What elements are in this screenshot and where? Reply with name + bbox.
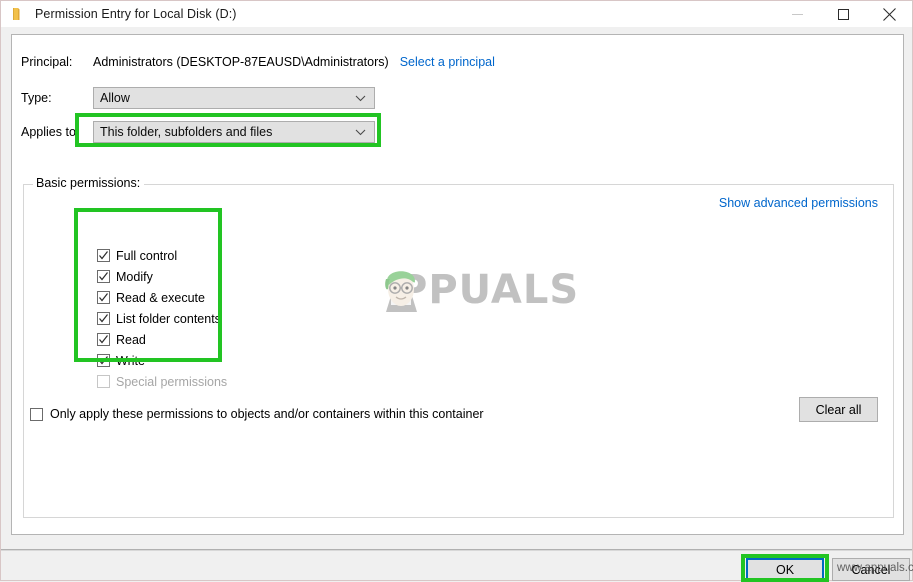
permission-row-special-permissions: Special permissions — [97, 371, 227, 392]
checkbox-only-apply-to-container[interactable] — [30, 407, 43, 421]
permission-row-modify[interactable]: Modify — [97, 266, 227, 287]
window-title: Permission Entry for Local Disk (D:) — [35, 7, 237, 21]
permission-label: Write — [116, 353, 145, 368]
permission-row-full-control[interactable]: Full control — [97, 245, 227, 266]
chevron-down-icon — [355, 93, 366, 104]
permission-row-list-folder-contents[interactable]: List folder contents — [97, 308, 227, 329]
footer-separator-light — [1, 550, 912, 551]
basic-permissions-group: Basic permissions: Show advanced permiss… — [23, 176, 894, 518]
permission-label: Modify — [116, 269, 153, 284]
folder-icon — [10, 6, 26, 22]
permission-label: Read & execute — [116, 290, 205, 305]
checkbox-write[interactable] — [97, 354, 110, 367]
checkbox-special-permissions — [97, 375, 110, 388]
permissions-checkbox-list: Full control Modify Read & execute List … — [97, 245, 227, 392]
checkbox-read[interactable] — [97, 333, 110, 346]
show-advanced-permissions-link[interactable]: Show advanced permissions — [719, 196, 878, 210]
content-panel: Principal: Administrators (DESKTOP-87EAU… — [11, 34, 904, 535]
checkbox-list-folder-contents[interactable] — [97, 312, 110, 325]
permission-row-write[interactable]: Write — [97, 350, 227, 371]
only-apply-label: Only apply these permissions to objects … — [50, 407, 484, 421]
clear-all-button[interactable]: Clear all — [799, 397, 878, 422]
permission-row-read[interactable]: Read — [97, 329, 227, 350]
cancel-button[interactable]: Cancel — [832, 558, 910, 581]
close-icon[interactable] — [866, 1, 912, 27]
permission-entry-dialog: Permission Entry for Local Disk (D:) Pri… — [0, 0, 913, 582]
chevron-down-icon — [355, 127, 366, 138]
permission-label: Full control — [116, 248, 178, 263]
permission-label: List folder contents — [116, 311, 221, 326]
principal-value: Administrators (DESKTOP-87EAUSD\Administ… — [93, 55, 389, 69]
type-dropdown-value: Allow — [100, 91, 130, 105]
applies-to-row: Applies to: This folder, subfolders and … — [21, 121, 375, 143]
type-dropdown[interactable]: Allow — [93, 87, 375, 109]
checkbox-full-control[interactable] — [97, 249, 110, 262]
window-controls — [774, 1, 912, 27]
only-apply-row[interactable]: Only apply these permissions to objects … — [30, 407, 484, 421]
basic-permissions-label: Basic permissions: — [33, 176, 145, 190]
checkbox-modify[interactable] — [97, 270, 110, 283]
select-a-principal-link[interactable]: Select a principal — [400, 55, 495, 69]
type-row: Type: Allow — [21, 87, 375, 109]
minimize-icon[interactable] — [774, 1, 820, 27]
ok-button[interactable]: OK — [746, 558, 824, 581]
principal-label: Principal: — [21, 55, 73, 69]
permission-label: Special permissions — [116, 374, 228, 389]
checkbox-read-execute[interactable] — [97, 291, 110, 304]
type-label: Type: — [21, 91, 52, 105]
applies-to-dropdown-value: This folder, subfolders and files — [100, 125, 273, 139]
permission-row-read-execute[interactable]: Read & execute — [97, 287, 227, 308]
principal-row: Principal: Administrators (DESKTOP-87EAU… — [21, 55, 495, 69]
maximize-icon[interactable] — [820, 1, 866, 27]
title-bar: Permission Entry for Local Disk (D:) — [1, 1, 912, 27]
applies-to-label: Applies to: — [21, 125, 80, 139]
applies-to-dropdown[interactable]: This folder, subfolders and files — [93, 121, 375, 143]
permission-label: Read — [116, 332, 146, 347]
